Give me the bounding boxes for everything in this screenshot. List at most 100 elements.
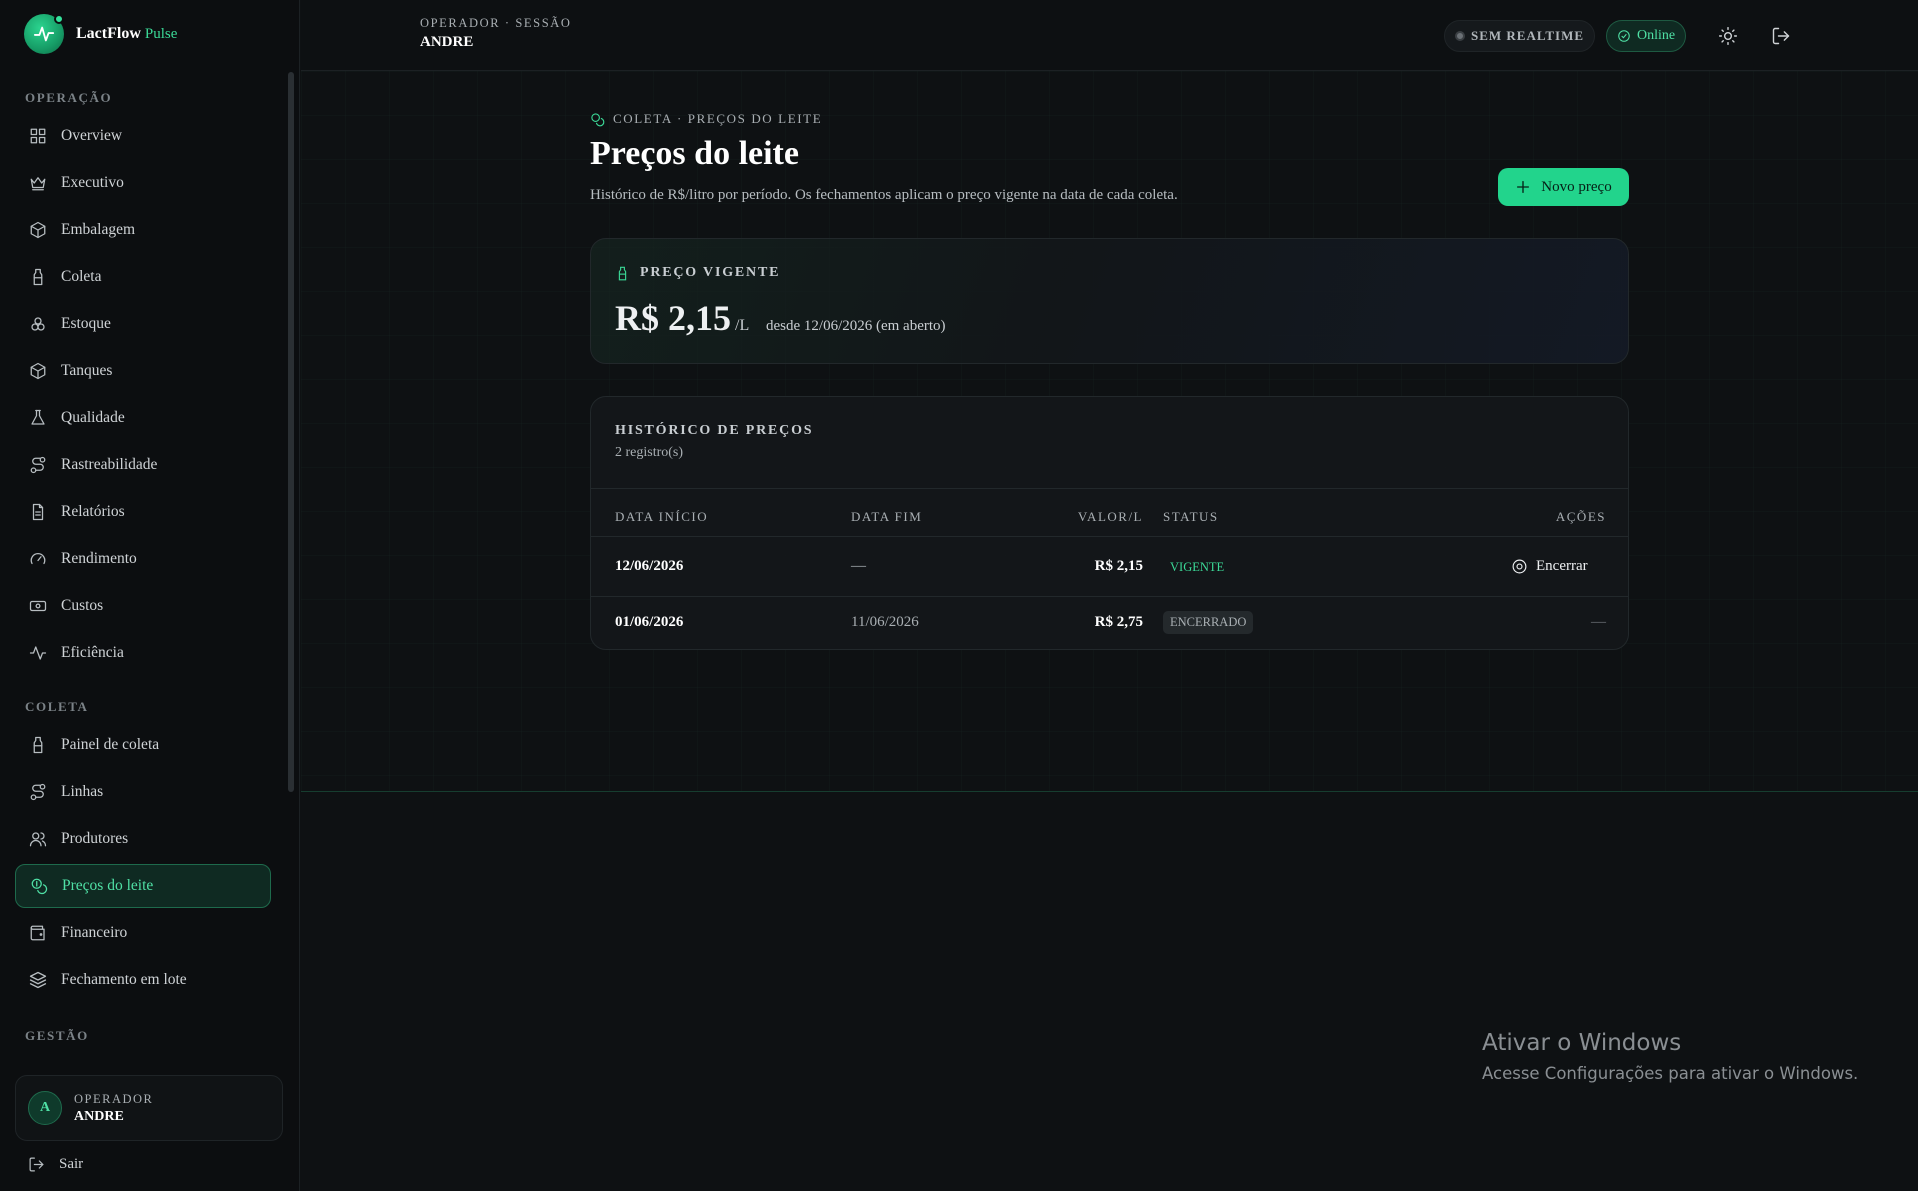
new-price-button[interactable]: Novo preço bbox=[1498, 168, 1629, 206]
brand-name: LactFlow bbox=[76, 25, 141, 42]
sidebar-item-tanques[interactable]: Tanques bbox=[15, 349, 271, 393]
breadcrumb-text: COLETA · PREÇOS DO LEITE bbox=[613, 111, 823, 126]
coins-icon bbox=[31, 878, 48, 895]
boxes-icon bbox=[31, 317, 45, 331]
brand[interactable]: LactFlow Pulse bbox=[24, 14, 177, 54]
sidebar-item-label: Coleta bbox=[61, 268, 102, 285]
sidebar-item-label: Tanques bbox=[61, 362, 113, 379]
sidebar-item-eficiencia[interactable]: Eficiência bbox=[15, 631, 271, 675]
layers-icon bbox=[29, 971, 47, 989]
logout-icon bbox=[29, 1157, 44, 1172]
route-icon bbox=[30, 783, 46, 801]
stop-circle-icon bbox=[1512, 559, 1527, 574]
package-icon bbox=[30, 221, 46, 239]
users-icon bbox=[29, 832, 47, 847]
sidebar-item-label: Custos bbox=[61, 597, 104, 614]
logout-button[interactable]: Sair bbox=[28, 1156, 83, 1173]
status-dot bbox=[54, 14, 64, 24]
section-label-gestao: GESTÃO bbox=[25, 1028, 89, 1043]
close-price-button[interactable]: Encerrar bbox=[1511, 558, 1588, 575]
sidebar-item-qualidade[interactable]: Qualidade bbox=[15, 396, 271, 440]
sidebar-item-custos[interactable]: Custos bbox=[15, 584, 271, 628]
plus-icon bbox=[1517, 181, 1530, 193]
cell-action-none: — bbox=[1591, 614, 1606, 630]
route-icon bbox=[30, 456, 46, 474]
wallet-icon bbox=[30, 925, 45, 941]
sidebar-item-label: Produtores bbox=[61, 830, 129, 847]
current-price-label: PREÇO VIGENTE bbox=[640, 265, 781, 280]
page-description: Histórico de R$/litro por período. Os fe… bbox=[590, 187, 1178, 203]
crown-icon bbox=[30, 177, 46, 191]
user-card[interactable]: A OPERADOR ANDRE bbox=[15, 1075, 283, 1141]
column-header-valor[interactable]: VALOR/L bbox=[1077, 509, 1143, 525]
sidebar-item-label: Financeiro bbox=[61, 924, 128, 941]
status-badge: VIGENTE bbox=[1170, 560, 1225, 574]
current-price-value: R$ 2,15 bbox=[615, 298, 731, 338]
sidebar-item-label: Fechamento em lote bbox=[61, 971, 187, 988]
topbar-logout-button[interactable] bbox=[1767, 22, 1795, 50]
activity-icon bbox=[29, 646, 47, 660]
current-price-unit: /L bbox=[735, 317, 750, 334]
sidebar-item-executivo[interactable]: Executivo bbox=[15, 161, 271, 205]
sidebar-item-label: Rastreabilidade bbox=[61, 456, 158, 473]
gauge-icon bbox=[30, 553, 46, 565]
coins-icon bbox=[591, 112, 605, 126]
sidebar-item-label: Overview bbox=[61, 127, 123, 144]
sidebar-item-label: Executivo bbox=[61, 174, 124, 191]
cell-value: R$ 2,75 bbox=[1094, 614, 1143, 630]
column-header-data-fim[interactable]: DATA FIM bbox=[851, 509, 922, 525]
bottle-icon bbox=[33, 736, 43, 754]
sidebar-item-label: Relatórios bbox=[61, 503, 125, 520]
box-icon bbox=[30, 362, 46, 380]
windows-activation-title: Ativar o Windows bbox=[1482, 1030, 1682, 1056]
session-user: ANDRE bbox=[420, 34, 474, 50]
topbar: OPERADOR · SESSÃO ANDRE SEM REALTIME Onl… bbox=[301, 0, 1918, 71]
current-price-card: PREÇO VIGENTE R$ 2,15 /L desde 12/06/202… bbox=[590, 238, 1629, 364]
sidebar-item-label: Eficiência bbox=[61, 644, 124, 661]
sidebar-item-produtores[interactable]: Produtores bbox=[15, 817, 271, 861]
sidebar-item-estoque[interactable]: Estoque bbox=[15, 302, 271, 346]
avatar: A bbox=[28, 1091, 62, 1125]
sidebar-item-financeiro[interactable]: Financeiro bbox=[15, 911, 271, 955]
divider bbox=[591, 488, 1628, 489]
close-price-label: Encerrar bbox=[1536, 558, 1588, 574]
pulse-logo-icon bbox=[24, 14, 64, 54]
sidebar-item-label: Painel de coleta bbox=[61, 736, 160, 753]
sidebar-item-coleta[interactable]: Coleta bbox=[15, 255, 271, 299]
brand-sub: Pulse bbox=[144, 26, 178, 42]
sidebar-item-rendimento[interactable]: Rendimento bbox=[15, 537, 271, 581]
session-label: OPERADOR · SESSÃO bbox=[420, 16, 572, 30]
theme-toggle-button[interactable] bbox=[1714, 22, 1742, 50]
sidebar-item-painel-de-coleta[interactable]: Painel de coleta bbox=[15, 723, 271, 767]
bottle-icon bbox=[618, 266, 627, 280]
column-header-data-inicio[interactable]: DATA INÍCIO bbox=[615, 509, 708, 525]
sidebar-item-linhas[interactable]: Linhas bbox=[15, 770, 271, 814]
sidebar: LactFlow Pulse OPERAÇÃO Overview Executiv… bbox=[0, 0, 300, 1191]
online-label: Online bbox=[1637, 28, 1676, 43]
user-role: OPERADOR bbox=[74, 1091, 154, 1106]
main-content: COLETA · PREÇOS DO LEITE Preços do leite… bbox=[301, 71, 1918, 792]
column-header-acoes[interactable]: AÇÕES bbox=[1491, 509, 1606, 525]
sidebar-item-overview[interactable]: Overview bbox=[15, 114, 271, 158]
cell-end-date: 11/06/2026 bbox=[851, 614, 919, 630]
sidebar-item-precos-do-leite[interactable]: Preços do leite bbox=[15, 864, 271, 908]
sidebar-item-fechamento-em-lote[interactable]: Fechamento em lote bbox=[15, 958, 271, 1002]
sidebar-item-label: Rendimento bbox=[61, 550, 137, 567]
banknote-icon bbox=[29, 600, 47, 612]
page-title: Preços do leite bbox=[590, 135, 799, 172]
section-label-coleta: COLETA bbox=[25, 699, 89, 714]
divider bbox=[591, 536, 1628, 537]
file-icon bbox=[32, 503, 44, 521]
cell-end-date: — bbox=[851, 558, 866, 574]
history-title: HISTÓRICO DE PREÇOS bbox=[615, 423, 814, 438]
sidebar-item-label: Estoque bbox=[61, 315, 111, 332]
sidebar-item-embalagem[interactable]: Embalagem bbox=[15, 208, 271, 252]
history-count: 2 registro(s) bbox=[615, 445, 684, 460]
sidebar-item-rastreabilidade[interactable]: Rastreabilidade bbox=[15, 443, 271, 487]
cell-start-date: 01/06/2026 bbox=[615, 614, 684, 630]
column-header-status[interactable]: STATUS bbox=[1163, 509, 1219, 525]
realtime-status-badge: SEM REALTIME bbox=[1444, 20, 1596, 52]
sidebar-item-relatorios[interactable]: Relatórios bbox=[15, 490, 271, 534]
sidebar-item-label: Embalagem bbox=[61, 221, 136, 238]
sidebar-scrollbar[interactable] bbox=[288, 72, 294, 792]
